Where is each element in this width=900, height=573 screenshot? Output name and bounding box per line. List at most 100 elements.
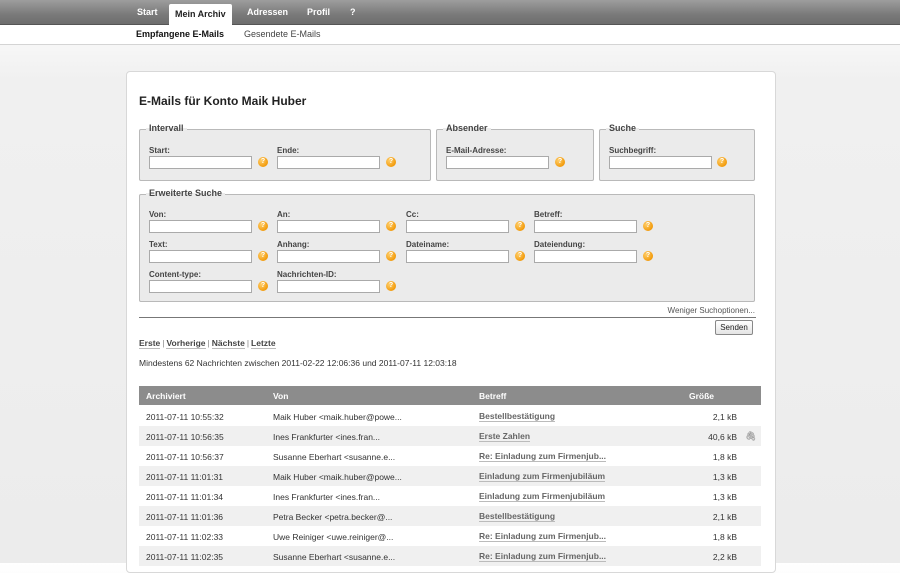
cell-archived: 2011-07-11 11:01:36 [146, 512, 224, 522]
col-subject[interactable]: Betreff [479, 391, 506, 401]
start-help-icon[interactable]: ? [258, 157, 268, 167]
pager-next-link[interactable]: Nächste [211, 338, 245, 349]
message-id-label: Nachrichten-ID: [277, 270, 337, 279]
content-type-input[interactable] [149, 280, 252, 293]
table-header: Archiviert Von Betreff Größe [139, 386, 761, 405]
table-row[interactable]: 2011-07-11 11:01:31 Maik Huber <maik.hube… [139, 466, 761, 486]
cell-from: Ines Frankfurter <ines.fran... [273, 492, 381, 502]
subnav-sent[interactable]: Gesendete E-Mails [244, 29, 321, 39]
table-row[interactable]: 2011-07-11 10:55:32 Maik Huber <maik.hube… [139, 406, 761, 426]
cell-subject-link[interactable]: Bestellbestätigung [479, 412, 556, 422]
tab-help[interactable]: ? [350, 7, 356, 17]
email-help-icon[interactable]: ? [555, 157, 565, 167]
start-input[interactable] [149, 156, 252, 169]
filename-label: Dateiname: [406, 240, 450, 249]
cell-subject-link[interactable]: Re: Einladung zum Firmenjub... [479, 452, 607, 462]
cell-size: 1,8 kB [712, 532, 737, 542]
table-row[interactable]: 2011-07-11 10:56:35 Ines Frankfurter <ine… [139, 426, 761, 446]
table-row[interactable]: 2011-07-11 11:01:34 Ines Frankfurter <ine… [139, 486, 761, 506]
search-legend: Suche [606, 123, 640, 133]
tab-adressen[interactable]: Adressen [247, 7, 288, 17]
cell-subject-link[interactable]: Einladung zum Firmenjubiläum [479, 492, 606, 502]
extension-label: Dateiendung: [534, 240, 586, 249]
fewer-options-link[interactable]: Weniger Suchoptionen... [668, 306, 755, 315]
pager-prev-link[interactable]: Vorherige [166, 338, 206, 349]
end-label: Ende: [277, 146, 300, 155]
cell-size: 1,3 kB [712, 472, 737, 482]
tab-start[interactable]: Start [137, 7, 158, 17]
message-id-help-icon[interactable]: ? [386, 281, 396, 291]
col-from[interactable]: Von [273, 391, 288, 401]
paperclip-icon[interactable]: 🖇 [745, 431, 756, 442]
cell-archived: 2011-07-11 11:02:33 [146, 532, 224, 542]
attachment-help-icon[interactable]: ? [386, 251, 396, 261]
table-row[interactable]: 2011-07-11 11:01:36 Petra Becker <petra.b… [139, 506, 761, 526]
filename-help-icon[interactable]: ? [515, 251, 525, 261]
cell-archived: 2011-07-11 10:56:37 [146, 452, 224, 462]
text-label: Text: [149, 240, 168, 249]
end-help-icon[interactable]: ? [386, 157, 396, 167]
text-help-icon[interactable]: ? [258, 251, 268, 261]
search-fieldset: Suche Suchbegriff: ? [599, 123, 755, 181]
cc-help-icon[interactable]: ? [515, 221, 525, 231]
main-nav: Start Mein Archiv Adressen Profil ? [0, 0, 900, 25]
filename-input[interactable] [406, 250, 509, 263]
col-size[interactable]: Größe [689, 391, 714, 401]
text-input[interactable] [149, 250, 252, 263]
from-help-icon[interactable]: ? [258, 221, 268, 231]
table-row[interactable]: 2011-07-11 11:02:33 Uwe Reiniger <uwe.rei… [139, 526, 761, 546]
message-id-input[interactable] [277, 280, 380, 293]
to-input[interactable] [277, 220, 380, 233]
cell-size: 1,8 kB [712, 452, 737, 462]
term-label: Suchbegriff: [609, 146, 657, 155]
pager-last-link[interactable]: Letzte [251, 338, 276, 349]
content-type-help-icon[interactable]: ? [258, 281, 268, 291]
cell-size: 2,2 kB [712, 552, 737, 562]
subnav-received[interactable]: Empfangene E-Mails [136, 29, 224, 39]
sub-nav: Empfangene E-Mails Gesendete E-Mails [0, 25, 900, 45]
table-row[interactable]: 2011-07-11 10:56:37 Susanne Eberhart <sus… [139, 446, 761, 466]
cell-subject-link[interactable]: Einladung zum Firmenjubiläum [479, 472, 606, 482]
advanced-search-fieldset: Erweiterte Suche Von: ? An: ? Cc: ? Betr… [139, 188, 755, 302]
subject-input[interactable] [534, 220, 637, 233]
attachment-input[interactable] [277, 250, 380, 263]
cell-subject-link[interactable]: Erste Zahlen [479, 432, 531, 442]
cell-from: Susanne Eberhart <susanne.e... [273, 452, 396, 462]
subject-label: Betreff: [534, 210, 563, 219]
subject-help-icon[interactable]: ? [643, 221, 653, 231]
cell-subject-link[interactable]: Bestellbestätigung [479, 512, 556, 522]
pagination: Erste | Vorherige | Nächste | Letzte [139, 338, 276, 349]
tab-profil[interactable]: Profil [307, 7, 330, 17]
end-input[interactable] [277, 156, 380, 169]
sender-legend: Absender [443, 123, 491, 133]
pager-first-link[interactable]: Erste [139, 338, 161, 349]
cell-subject-link[interactable]: Re: Einladung zum Firmenjub... [479, 532, 607, 542]
page-title: E-Mails für Konto Maik Huber [139, 94, 307, 108]
advanced-search-legend: Erweiterte Suche [146, 188, 226, 198]
from-label: Von: [149, 210, 167, 219]
cell-from: Uwe Reiniger <uwe.reiniger@... [273, 532, 394, 542]
extension-help-icon[interactable]: ? [643, 251, 653, 261]
cc-input[interactable] [406, 220, 509, 233]
term-input[interactable] [609, 156, 712, 169]
term-help-icon[interactable]: ? [717, 157, 727, 167]
tab-mein-archiv[interactable]: Mein Archiv [169, 4, 232, 25]
to-help-icon[interactable]: ? [386, 221, 396, 231]
cell-size: 40,6 kB [708, 432, 737, 442]
interval-fieldset: Intervall Start: ? Ende: ? [139, 123, 431, 181]
col-archived[interactable]: Archiviert [146, 391, 186, 401]
cell-from: Susanne Eberhart <susanne.e... [273, 552, 396, 562]
cell-from: Maik Huber <maik.huber@powe... [273, 412, 402, 422]
cell-size: 2,1 kB [712, 412, 737, 422]
from-input[interactable] [149, 220, 252, 233]
cell-archived: 2011-07-11 10:55:32 [146, 412, 224, 422]
result-summary: Mindestens 62 Nachrichten zwischen 2011-… [139, 358, 457, 368]
cell-subject-link[interactable]: Re: Einladung zum Firmenjub... [479, 552, 607, 562]
extension-input[interactable] [534, 250, 637, 263]
cell-from: Ines Frankfurter <ines.fran... [273, 432, 381, 442]
email-input[interactable] [446, 156, 549, 169]
cell-archived: 2011-07-11 10:56:35 [146, 432, 224, 442]
table-row[interactable]: 2011-07-11 11:02:35 Susanne Eberhart <sus… [139, 546, 761, 566]
cell-from: Petra Becker <petra.becker@... [273, 512, 393, 522]
send-button[interactable]: Senden [715, 320, 753, 335]
